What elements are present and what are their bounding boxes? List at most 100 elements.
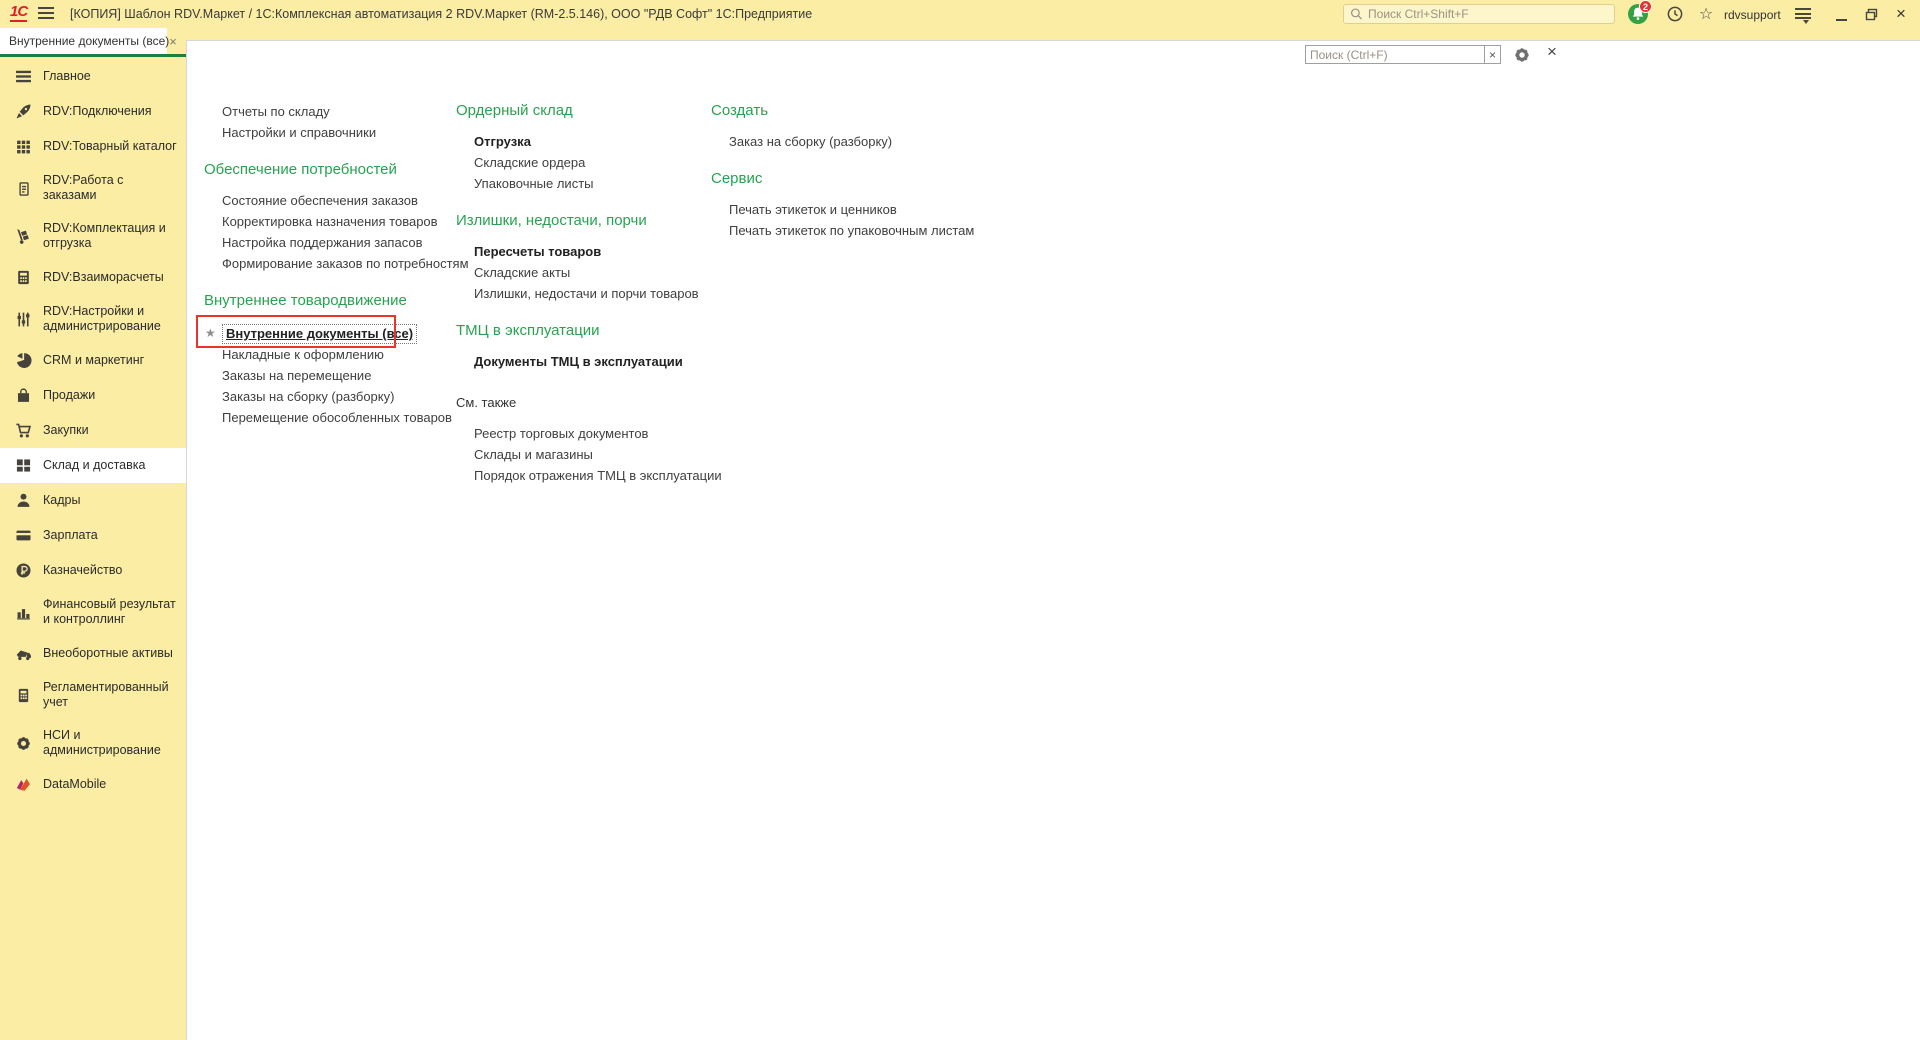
gear-icon [15,735,32,752]
menu-link[interactable]: Корректировка назначения товаров [204,211,452,232]
sidebar-item-label: RDV:Взаиморасчеты [43,270,164,284]
sidebar-item[interactable]: Зарплата [0,518,186,553]
restore-window-icon[interactable] [1860,3,1882,25]
group-header: Внутреннее товародвижение [204,292,407,309]
person-icon [15,492,32,509]
sidebar-item[interactable]: Главное [0,59,186,94]
sidebar-item-label: RDV:Комплектация и отгрузка [43,221,166,250]
panel-close-icon[interactable]: × [1543,42,1561,62]
panel-search-input[interactable] [1310,47,1480,62]
sidebar-item[interactable]: Финансовый результат и контроллинг [0,588,186,636]
global-search-box[interactable] [1343,4,1615,24]
menu-link[interactable]: Состояние обеспечения заказов [204,190,452,211]
group-header: Сервис [711,170,763,187]
panel-search-box[interactable] [1305,45,1485,64]
group-header: Ордерный склад [456,102,573,119]
history-icon[interactable] [1664,3,1686,25]
shopping-bag-icon [15,387,32,404]
sidebar-item-label: CRM и маркетинг [43,353,145,367]
menu-link[interactable]: Отгрузка [456,131,706,152]
catalog-grid-icon [15,138,32,155]
panel-search-clear-icon[interactable]: × [1484,45,1501,64]
current-user[interactable]: rdvsupport [1724,8,1781,22]
menu-link[interactable]: Заказы на сборку (разборку) [204,386,452,407]
favorite-star-icon[interactable]: ★ [205,323,216,344]
panel-settings-gear-icon[interactable] [1513,46,1531,64]
sidebar-item-label: Зарплата [43,528,98,542]
section-menu-panel: × × Отчеты по складуНастройки и справочн… [186,40,1920,1040]
sidebar-item-label: Регламентированный учет [43,680,169,709]
sidebar-item-label: Внеоборотные активы [43,646,173,660]
group-header: Обеспечение потребностей [204,161,397,178]
group-header: Создать [711,102,769,119]
sidebar-item[interactable]: RDV:Работа с заказами [0,164,186,212]
minimize-icon[interactable] [1830,3,1852,25]
sidebar-item[interactable]: DataMobile [0,767,186,802]
sidebar-item[interactable]: Регламентированный учет [0,671,186,719]
sidebar-item-label: RDV:Подключения [43,104,152,118]
menu-link[interactable]: Печать этикеток и ценников [711,199,1051,220]
bar-chart-icon [15,604,32,621]
sidebar-item[interactable]: RDV:Товарный каталог [0,129,186,164]
menu-link[interactable]: Формирование заказов по потребностям [204,253,469,274]
window-title: [КОПИЯ] Шаблон RDV.Маркет / 1С:Комплексн… [70,7,813,21]
menu-column-2: Ордерный склад Отгрузка Складские ордера Уп… [456,101,722,486]
menu-link[interactable]: Настройка поддержания запасов [204,232,452,253]
tab-close-icon[interactable]: × [169,34,177,49]
main-menu-icon[interactable] [38,7,54,20]
handtruck-icon [15,228,32,245]
group-header: ТМЦ в эксплуатации [456,322,600,339]
sidebar-item[interactable]: RDV:Взаиморасчеты [0,260,186,295]
close-window-icon[interactable]: × [1890,3,1912,25]
sidebar-item[interactable]: CRM и маркетинг [0,343,186,378]
favorites-star-icon[interactable]: ☆ [1696,3,1716,25]
calculator-icon [15,269,32,286]
menu-link[interactable]: Складские акты [456,262,706,283]
sidebar-item-label: Финансовый результат и контроллинг [43,597,176,626]
menu-link[interactable]: Пересчеты товаров [456,241,706,262]
menu-link[interactable]: Отчеты по складу [204,101,452,122]
sidebar-item[interactable]: RDV:Настройки и администрирование [0,295,186,343]
sidebar-item[interactable]: Кадры [0,483,186,518]
menu-link[interactable]: Порядок отражения ТМЦ в эксплуатации [456,465,722,486]
menu-link[interactable]: Заказы на перемещение [204,365,452,386]
menu-link[interactable]: Накладные к оформлению [204,344,452,365]
menu-link[interactable]: Склады и магазины [456,444,706,465]
sidebar-item[interactable]: Казначейство [0,553,186,588]
truck-icon [15,645,32,662]
menu-link[interactable]: Реестр торговых документов [456,423,706,444]
rocket-icon [15,103,32,120]
sidebar-item-label: RDV:Настройки и администрирование [43,304,161,333]
window-titlebar: 1С [КОПИЯ] Шаблон RDV.Маркет / 1С:Компле… [0,0,1920,28]
menu-link[interactable]: Складские ордера [456,152,706,173]
menu-link[interactable]: Документы ТМЦ в эксплуатации [456,351,706,372]
active-section-divider [0,54,186,57]
menu-link[interactable]: Перемещение обособленных товаров [204,407,452,428]
sidebar-item[interactable]: Внеоборотные активы [0,636,186,671]
sidebar-item-label: Склад и доставка [43,458,146,472]
tab-label: Внутренние документы (все) [9,34,170,48]
menu-column-1: Отчеты по складу Настройки и справочники О… [196,101,469,428]
menu-link[interactable]: Излишки, недостачи и порчи товаров [456,283,706,304]
menu-link[interactable]: Печать этикеток по упаковочным листам [711,220,1051,241]
sidebar-item-label: Продажи [43,388,96,402]
cart-icon [15,422,32,439]
service-settings-menu-icon[interactable] [1792,3,1814,25]
sidebar-item[interactable]: Склад и доставка [0,448,186,483]
global-search-input[interactable] [1368,7,1608,21]
sidebar-item-label: RDV:Работа с заказами [43,173,124,202]
sidebar-item[interactable]: RDV:Подключения [0,94,186,129]
menu-link[interactable]: Настройки и справочники [204,122,452,143]
search-icon [1350,8,1362,20]
menu-link[interactable]: Упаковочные листы [456,173,706,194]
sidebar-item-label: RDV:Товарный каталог [43,139,177,153]
sidebar-item[interactable]: RDV:Комплектация и отгрузка [0,212,186,260]
sidebar-item[interactable]: Закупки [0,413,186,448]
sidebar-item[interactable]: НСИ и администрирование [0,719,186,767]
sliders-icon [15,311,32,328]
pie-chart-icon [15,352,32,369]
menu-link-favorited[interactable]: ★ Внутренние документы (все) [196,315,452,348]
tab-internal-documents[interactable]: Внутренние документы (все) × [0,28,177,54]
sidebar-item[interactable]: Продажи [0,378,186,413]
menu-link[interactable]: Заказ на сборку (разборку) [711,131,1051,152]
